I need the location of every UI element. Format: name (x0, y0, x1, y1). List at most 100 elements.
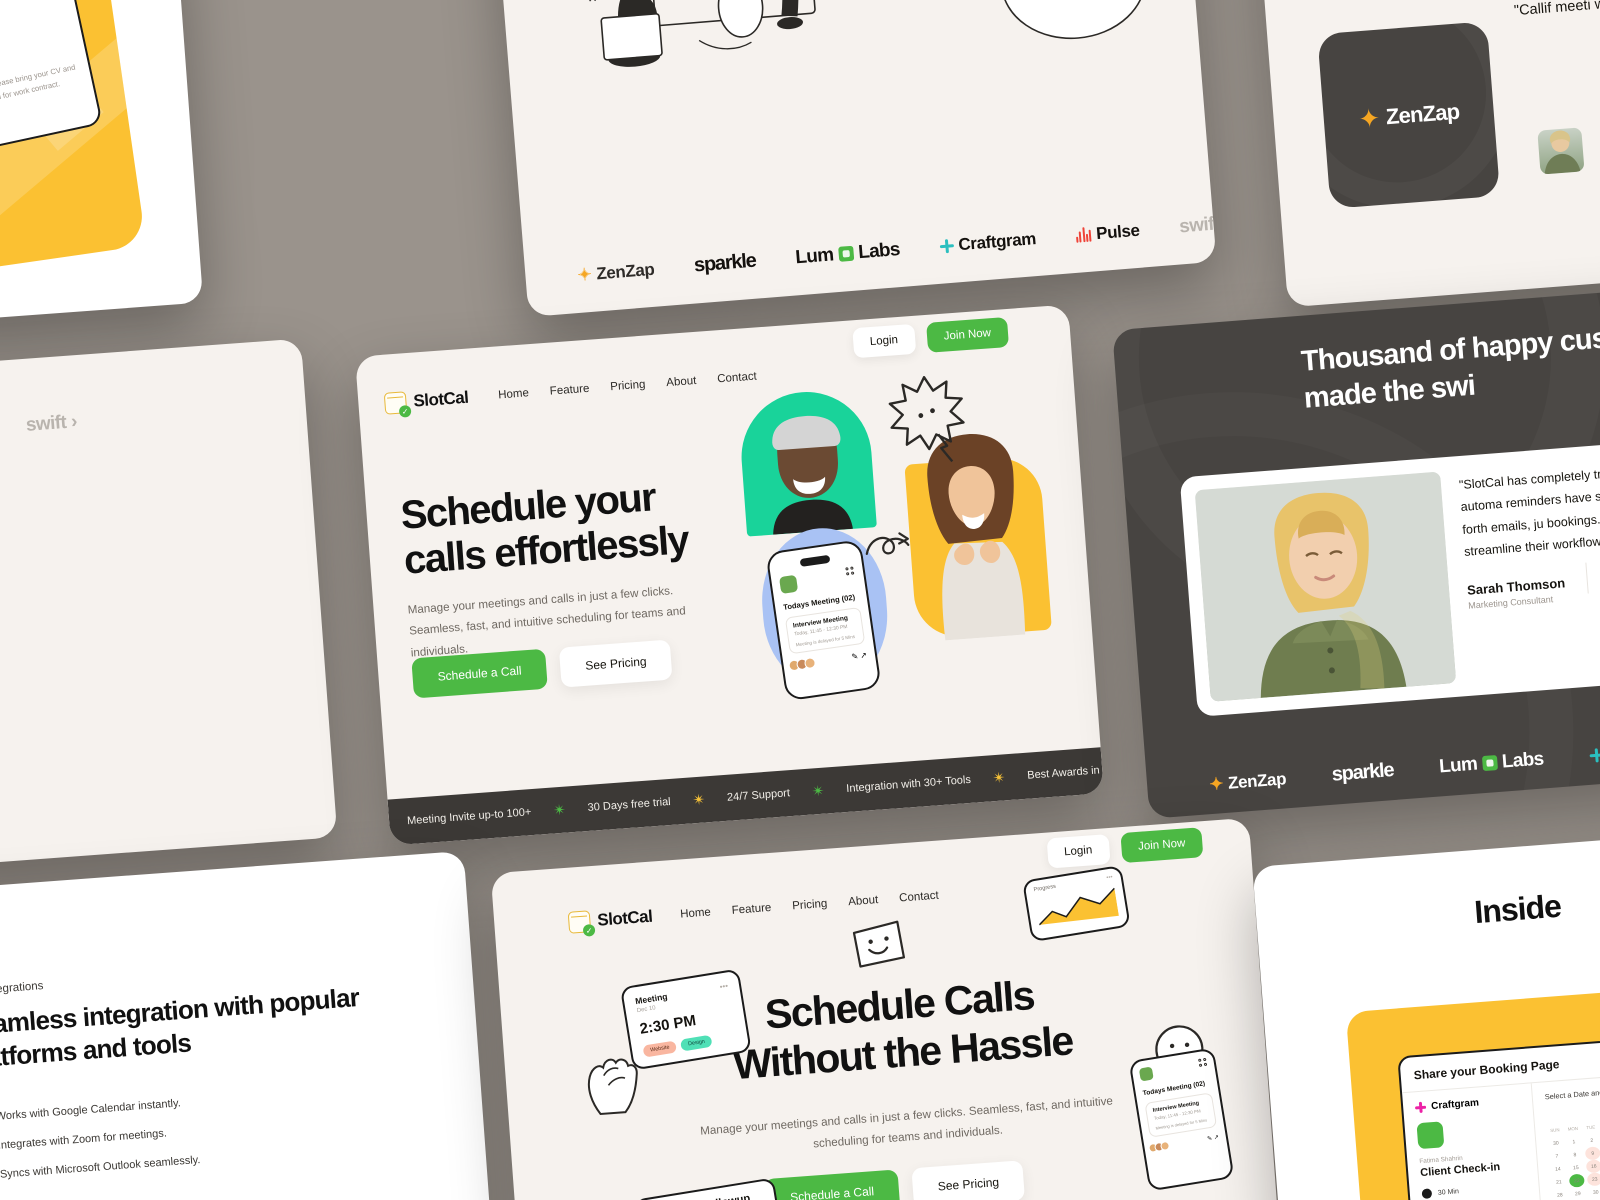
calendar-day[interactable]: 28 (1552, 1188, 1568, 1200)
curved-arrow-icon (865, 532, 910, 555)
card-feature-list: e help er. ools owing users to book nd-f… (0, 0, 204, 341)
calendar-day[interactable]: 8 (1567, 1148, 1583, 1162)
portrait-man (772, 415, 853, 535)
nav-home[interactable]: Home (680, 906, 711, 920)
brand-logo[interactable]: ✓ SlotCal (383, 387, 469, 418)
calendar-day[interactable]: 1 (1566, 1135, 1582, 1149)
join-now-button[interactable]: Join Now (925, 316, 1010, 353)
ticker-item-2: 24/7 Support (726, 787, 791, 804)
float-card-followup: Customer Followup 12 am -13 am (633, 1177, 781, 1200)
logo-craftgram: Craftgram (1589, 738, 1600, 765)
calendar-day[interactable]: 14 (1550, 1162, 1566, 1176)
edit-icon[interactable]: ✎ ↗ (851, 650, 868, 661)
phone-footer: ✎ ↗ (787, 649, 868, 672)
calendar-day[interactable]: 30 (1588, 1185, 1600, 1199)
card-testimonial-dark: Thousand of happy customer made the swi (1112, 281, 1600, 819)
zenzap-tile: ✦ ZenZap (1317, 21, 1501, 209)
star-icon: ✴ (992, 768, 1006, 787)
calendar-day[interactable]: 7 (1549, 1149, 1565, 1163)
logo-swift: swift (1178, 213, 1216, 238)
see-pricing-button[interactable]: See Pricing (558, 639, 673, 688)
edit-icon[interactable]: ✎ ↗ (1207, 1134, 1220, 1143)
logo-zenzap-text: ZenZap (595, 259, 655, 283)
nav-feature[interactable]: Feature (549, 383, 589, 398)
ticker-item-3: Integration with 30+ Tools (845, 773, 972, 796)
craftgram-flower-icon (1589, 747, 1600, 762)
logo-sparkle-text: sparkle (1330, 759, 1395, 786)
booking-window: Share your Booking Page Craftgram Fatima… (1397, 1024, 1600, 1200)
logo-zenzap: ✦ ZenZap (1209, 769, 1287, 795)
more-icon[interactable]: ••• (1106, 874, 1113, 881)
lum-square-icon (1481, 755, 1498, 772)
calendar-day[interactable]: 29 (1570, 1187, 1586, 1200)
nav-about[interactable]: About (848, 894, 879, 908)
phone-notch (799, 554, 831, 567)
calendar-day[interactable]: 23 (1586, 1172, 1600, 1187)
canvas: e help er. ools owing users to book nd-f… (0, 0, 1600, 1200)
calendar-icon: ✓ (567, 910, 596, 937)
secondary-auth-buttons: Login Join Now (1046, 827, 1204, 869)
lum-square-icon (837, 245, 854, 262)
avatar-illustration (1544, 130, 1581, 175)
float-followup-title: Customer Followup (648, 1190, 764, 1200)
testimonial-quote: "Callif meeti with n witho (1513, 0, 1600, 20)
calendar-grid[interactable]: SUNMONTUEWEDTHUFRISAT3012345678910111213… (1547, 1104, 1600, 1200)
join-now-button[interactable]: Join Now (1120, 827, 1204, 864)
hero-heading: Schedule your calls effortlessly (399, 470, 735, 584)
nav-links: Home Feature Pricing About Contact (680, 890, 939, 921)
partner-logos-row: Craftgram Pulse swift› (0, 411, 78, 453)
star-icon: ✴ (552, 801, 567, 820)
brand-logo[interactable]: ✓ SlotCal (567, 906, 653, 937)
calendar-day[interactable]: 2 (1584, 1133, 1600, 1147)
sparkle-icon: ✦ (1585, 558, 1600, 594)
hero-auth-buttons: Login Join Now (851, 316, 1010, 359)
clock-icon (1421, 1188, 1433, 1200)
nav-contact[interactable]: Contact (899, 890, 939, 905)
bullet-text: Syncs with Microsoft Outlook seamlessly. (0, 1154, 201, 1181)
login-button[interactable]: Login (851, 323, 916, 359)
nav-home[interactable]: Home (498, 387, 529, 401)
logo-craftgram-text: Craftgram (957, 228, 1037, 254)
booking-org-name: Craftgram (1430, 1097, 1480, 1113)
calendar-day[interactable]: 9 (1584, 1146, 1600, 1161)
login-button[interactable]: Login (1046, 834, 1111, 869)
more-icon[interactable]: ••• (719, 981, 729, 991)
avatar (1416, 1121, 1445, 1150)
integrations-tag: Integrations (0, 978, 44, 999)
schedule-call-button[interactable]: Schedule a Call (411, 648, 548, 699)
calendar-day[interactable]: 21 (1551, 1175, 1567, 1189)
calendar-dow: MON (1567, 1125, 1579, 1132)
see-pricing-button[interactable]: See Pricing (911, 1160, 1026, 1200)
sparkle-icon: ✦ (576, 264, 593, 285)
calendar-day[interactable]: 15 (1568, 1161, 1584, 1175)
attendee-avatars (1148, 1140, 1171, 1154)
testimonial-card: "SlotCal has completely tr my meetings! … (1179, 434, 1600, 717)
decor-arc (1317, 21, 1500, 209)
grid-icon (1197, 1057, 1208, 1068)
integrations-heading: Seamless integration with popular platfo… (0, 982, 360, 1075)
card-booking-preview: Inside Share your Booking Page Craftgram… (1252, 824, 1600, 1200)
nav-contact[interactable]: Contact (717, 370, 757, 385)
nav-feature[interactable]: Feature (731, 902, 771, 917)
nav-pricing[interactable]: Pricing (610, 379, 646, 394)
calendar-day[interactable]: 22 (1568, 1173, 1585, 1188)
schedule-call-button[interactable]: Schedule a Call (763, 1169, 901, 1200)
float-progress-title: Progress (1033, 883, 1057, 894)
calendar-dow: SUN (1550, 1127, 1560, 1134)
tag-website: Website (642, 1040, 678, 1058)
booking-duration-row: 30 Min (1421, 1181, 1527, 1200)
nav-pricing[interactable]: Pricing (792, 898, 828, 913)
calendar-day[interactable]: 16 (1585, 1159, 1600, 1174)
card-illustration-logos: ✦ ZenZap sparkle Lum Labs Craftgram Pulse … (493, 0, 1217, 317)
logo-sparkle-text: sparkle (693, 249, 757, 277)
logo-sparkle: sparkle (1331, 759, 1394, 787)
booking-left-pane: Craftgram Fatima Shahrin Client Check-in… (1402, 1083, 1548, 1200)
hero-navbar: ✓ SlotCal Home Feature Pricing About Con… (383, 365, 758, 418)
nav-about[interactable]: About (666, 375, 697, 389)
bullet-item: ✓Syncs with Microsoft Outlook seamlessly… (0, 1153, 201, 1183)
calendar-day[interactable]: 30 (1548, 1136, 1564, 1150)
avatar (1537, 127, 1585, 175)
card-leftmid-paragraph: with automation, integrations, your need… (0, 618, 20, 665)
yellow-decor-panel: Share your Booking Page Craftgram Fatima… (1345, 976, 1600, 1200)
logo-zenzap: ✦ ZenZap (577, 259, 655, 285)
